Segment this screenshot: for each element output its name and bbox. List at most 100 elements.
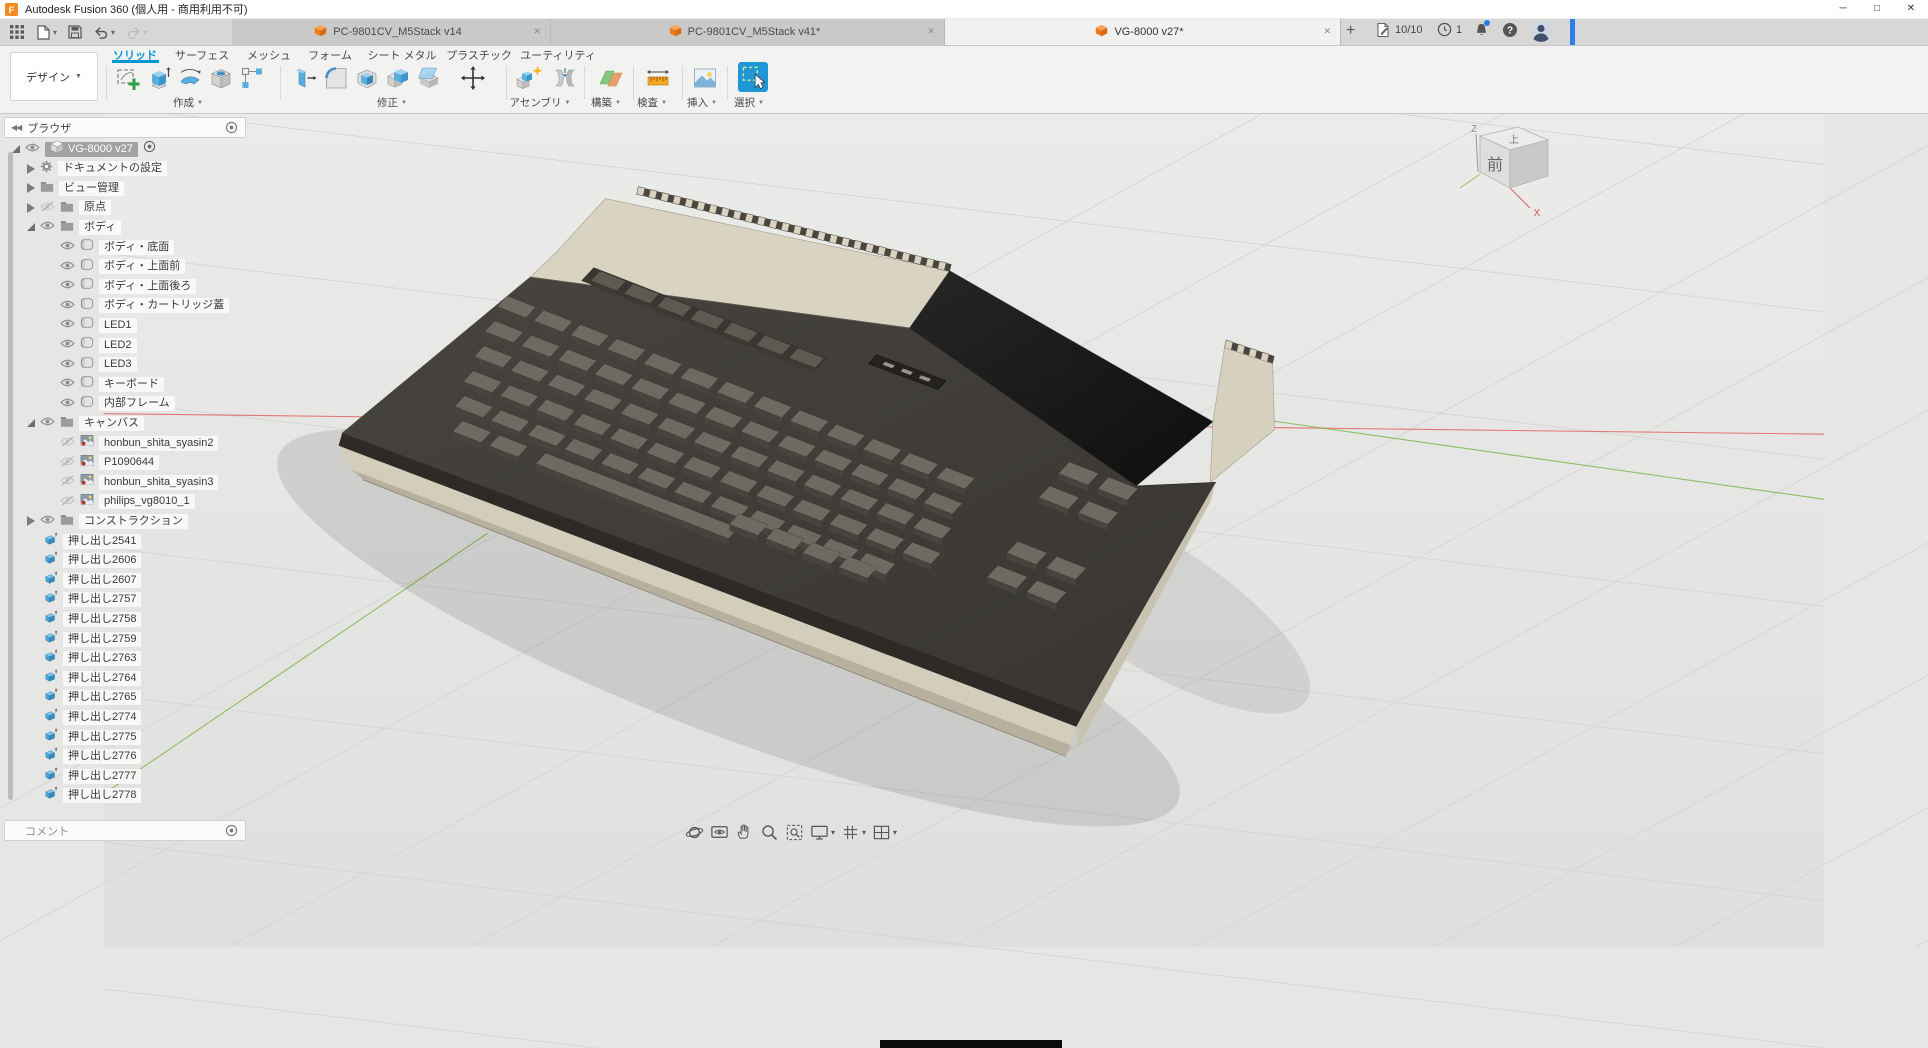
expander-collapsed-icon[interactable] bbox=[27, 203, 35, 213]
tree-item-label[interactable]: 押し出し2763 bbox=[63, 651, 141, 666]
group-dropdown-caret-icon[interactable]: ▼ bbox=[711, 100, 717, 106]
tree-item-label[interactable]: LED3 bbox=[99, 357, 137, 372]
tree-item-feature[interactable]: 押し出し2759 bbox=[44, 631, 141, 647]
tree-item-group[interactable]: ビュー管理 bbox=[27, 180, 124, 196]
joint-icon[interactable] bbox=[552, 65, 578, 91]
3d-viewport[interactable] bbox=[0, 113, 1928, 1048]
tree-item-label[interactable]: ボディ・カートリッジ蓋 bbox=[99, 298, 229, 313]
expander-expanded-icon[interactable] bbox=[12, 145, 20, 153]
visibility-eye-icon[interactable] bbox=[60, 297, 75, 315]
grid-snap-caret-icon[interactable]: ▾ bbox=[862, 828, 866, 837]
activate-component-radio[interactable] bbox=[143, 140, 156, 158]
tree-item-canvas[interactable]: P1090644 bbox=[60, 455, 159, 471]
browser-panel-header[interactable]: ◀◀ ブラウザ bbox=[4, 117, 246, 138]
tab-close-icon[interactable]: ✕ bbox=[1323, 26, 1331, 37]
avatar[interactable] bbox=[1530, 20, 1552, 42]
redo-icon[interactable] bbox=[124, 23, 142, 41]
tab-close-icon[interactable]: ✕ bbox=[533, 26, 541, 37]
new-tab-button[interactable]: + bbox=[1346, 22, 1355, 40]
shell-icon[interactable] bbox=[354, 65, 380, 91]
fit-icon[interactable] bbox=[784, 822, 804, 842]
look-at-icon[interactable] bbox=[709, 822, 729, 842]
tree-item-label[interactable]: 押し出し2759 bbox=[63, 632, 141, 647]
group-dropdown-caret-icon[interactable]: ▼ bbox=[401, 100, 407, 106]
tree-item-group[interactable]: ボディ bbox=[27, 219, 121, 235]
visibility-eye-icon[interactable] bbox=[60, 316, 75, 334]
tree-item-label[interactable]: philips_vg8010_1 bbox=[99, 494, 195, 509]
visibility-eye-icon[interactable] bbox=[60, 238, 75, 256]
tree-item-label[interactable]: P1090644 bbox=[99, 455, 159, 470]
tree-item-body[interactable]: ボディ・カートリッジ蓋 bbox=[60, 298, 229, 314]
collapse-panel-icon[interactable]: ◀◀ bbox=[11, 123, 21, 132]
tree-item-feature[interactable]: 押し出し2777 bbox=[44, 768, 141, 784]
press-pull-icon[interactable] bbox=[292, 65, 318, 91]
tree-item-feature[interactable]: 押し出し2758 bbox=[44, 611, 141, 627]
tree-item-label[interactable]: ボディ・上面前 bbox=[99, 259, 185, 274]
ribbon-group[interactable]: 挿入▼ bbox=[687, 95, 717, 110]
tree-item-label[interactable]: honbun_shita_syasin2 bbox=[99, 436, 218, 451]
browser-scrollbar[interactable] bbox=[8, 152, 13, 800]
tree-item-feature[interactable]: 押し出し2765 bbox=[44, 690, 141, 706]
ribbon-tab[interactable]: メッシュ bbox=[247, 47, 291, 63]
tree-item-feature[interactable]: 押し出し2774 bbox=[44, 709, 141, 725]
tree-item-body[interactable]: ボディ・上面前 bbox=[60, 259, 185, 275]
edit-count-badge[interactable]: 10/10 bbox=[1375, 22, 1423, 38]
tree-item-body[interactable]: LED3 bbox=[60, 357, 137, 373]
minimize-button[interactable]: ─ bbox=[1826, 0, 1860, 18]
tree-item-label[interactable]: 押し出し2757 bbox=[63, 592, 141, 607]
insert-image-icon[interactable] bbox=[692, 65, 718, 91]
tree-item-group[interactable]: ドキュメントの設定 bbox=[27, 161, 167, 177]
tree-item-chip[interactable]: VG-8000 v27 bbox=[45, 142, 138, 157]
visibility-eye-icon[interactable] bbox=[25, 140, 40, 158]
visibility-eye-off-icon[interactable] bbox=[60, 493, 75, 511]
expander-collapsed-icon[interactable] bbox=[27, 164, 35, 174]
select-tool-icon[interactable] bbox=[738, 62, 768, 92]
tree-item-label[interactable]: 押し出し2541 bbox=[63, 534, 141, 549]
tree-item-label[interactable]: 押し出し2775 bbox=[63, 730, 141, 745]
ribbon-tab[interactable]: ユーティリティ bbox=[520, 47, 596, 63]
expander-collapsed-icon[interactable] bbox=[27, 516, 35, 526]
visibility-eye-off-icon[interactable] bbox=[60, 434, 75, 452]
visibility-eye-icon[interactable] bbox=[40, 414, 55, 432]
tree-item-label[interactable]: honbun_shita_syasin3 bbox=[99, 475, 218, 490]
tree-item-body[interactable]: キーボード bbox=[60, 376, 164, 392]
redo-caret-icon[interactable]: ▾ bbox=[143, 28, 147, 37]
viewports-caret-icon[interactable]: ▾ bbox=[893, 828, 897, 837]
ribbon-tab[interactable]: プラスチック bbox=[446, 47, 512, 63]
ribbon-group[interactable]: 選択▼ bbox=[734, 95, 764, 110]
visibility-eye-icon[interactable] bbox=[60, 375, 75, 393]
tree-item-feature[interactable]: 押し出し2778 bbox=[44, 788, 141, 804]
tree-item-feature[interactable]: 押し出し2764 bbox=[44, 670, 141, 686]
tree-item-label[interactable]: コンストラクション bbox=[79, 514, 188, 529]
comment-options-icon[interactable] bbox=[225, 824, 238, 837]
tree-item-canvas[interactable]: honbun_shita_syasin3 bbox=[60, 474, 218, 490]
orbit-icon[interactable] bbox=[684, 822, 704, 842]
ribbon-tab[interactable]: サーフェス bbox=[175, 47, 229, 63]
visibility-eye-icon[interactable] bbox=[60, 336, 75, 354]
app-grid-icon[interactable] bbox=[8, 23, 26, 41]
tree-item-label[interactable]: ボディ・上面後ろ bbox=[99, 279, 196, 294]
create-sketch-icon[interactable] bbox=[115, 65, 141, 91]
ribbon-group[interactable]: 検査▼ bbox=[637, 95, 667, 110]
tree-item-label[interactable]: 押し出し2758 bbox=[63, 612, 141, 627]
visibility-eye-off-icon[interactable] bbox=[60, 473, 75, 491]
display-settings-icon[interactable] bbox=[809, 822, 829, 842]
tree-item-feature[interactable]: 押し出し2606 bbox=[44, 553, 141, 569]
tree-item-group[interactable]: 原点 bbox=[27, 200, 111, 216]
ribbon-tab[interactable]: フォーム bbox=[308, 47, 352, 63]
tree-item-label[interactable]: LED2 bbox=[99, 338, 137, 353]
tree-item-label[interactable]: 押し出し2774 bbox=[63, 710, 141, 725]
tree-item-label[interactable]: ボディ bbox=[79, 220, 121, 235]
tree-item-label[interactable]: 内部フレーム bbox=[99, 396, 175, 411]
move-copy-icon[interactable] bbox=[460, 65, 486, 91]
ribbon-tab[interactable]: シート メタル bbox=[367, 47, 436, 63]
combine-icon[interactable] bbox=[385, 65, 411, 91]
visibility-eye-icon[interactable] bbox=[40, 512, 55, 530]
ribbon-group[interactable]: 作成▼ bbox=[173, 95, 203, 110]
view-cube[interactable]: 上 前 Z X bbox=[1438, 120, 1568, 225]
undo-caret-icon[interactable]: ▾ bbox=[111, 28, 115, 37]
tree-item-label[interactable]: 押し出し2778 bbox=[63, 788, 141, 803]
display-settings-caret-icon[interactable]: ▾ bbox=[831, 828, 835, 837]
new-component-icon[interactable] bbox=[514, 65, 548, 91]
group-dropdown-caret-icon[interactable]: ▼ bbox=[661, 100, 667, 106]
